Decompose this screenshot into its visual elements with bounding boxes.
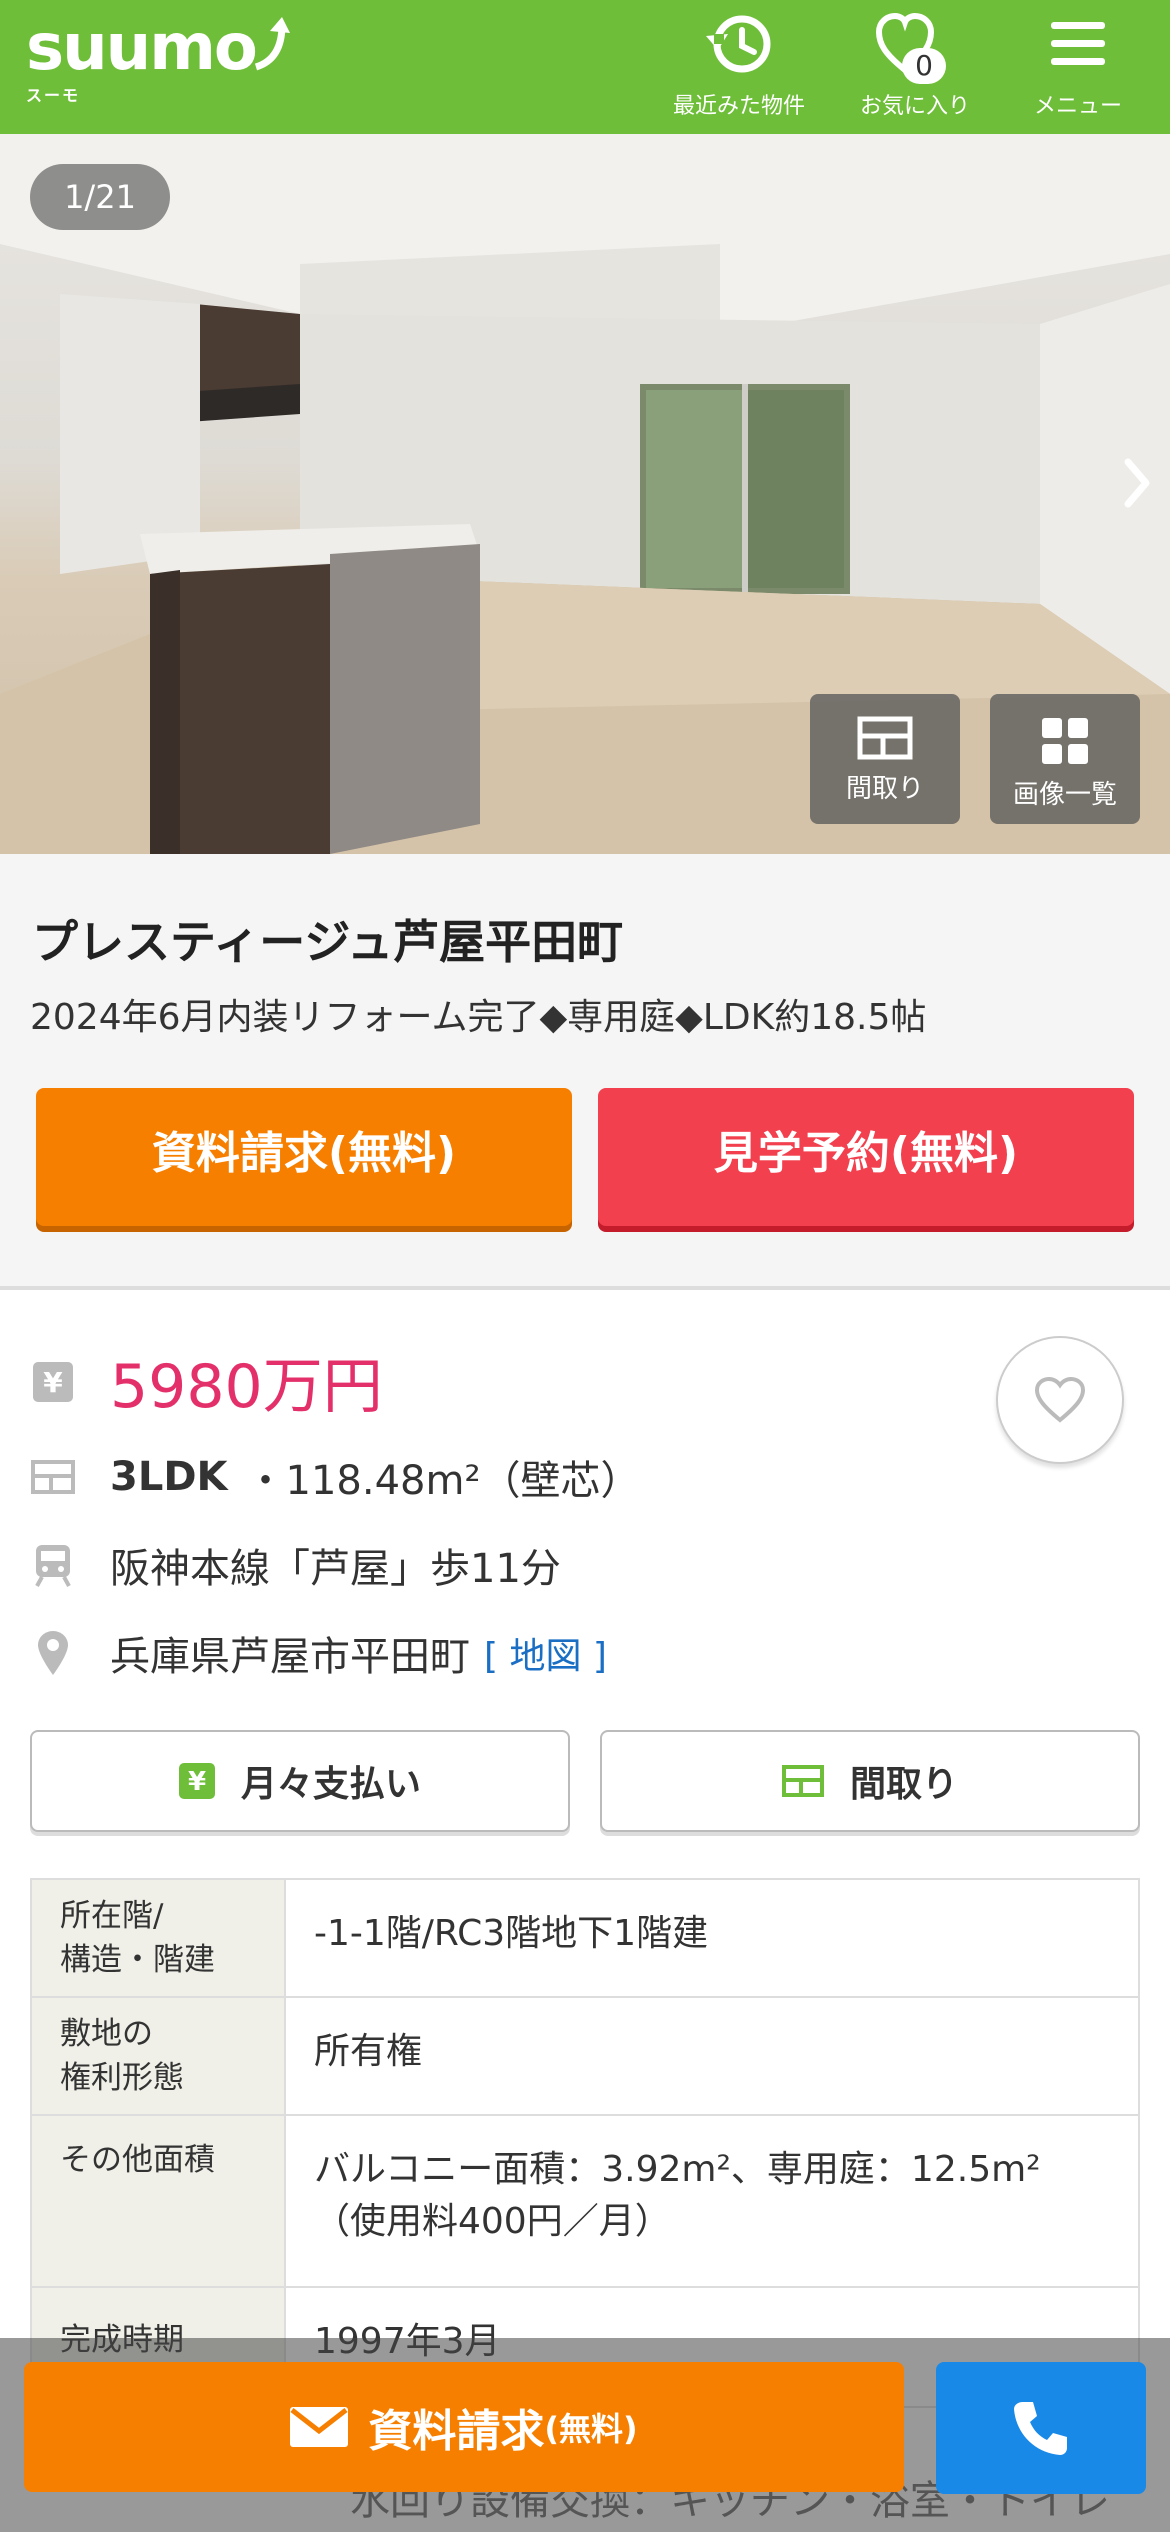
monthly-payment-label: 月々支払い xyxy=(240,1764,421,1805)
yen-icon: ¥ xyxy=(30,1359,76,1405)
phone-icon xyxy=(1014,2402,1067,2455)
monthly-payment-button[interactable]: ¥ 月々支払い xyxy=(30,1730,570,1832)
catch-copy: 2024年6月内装リフォーム完了◆専用庭◆LDK約18.5帖 xyxy=(30,997,927,1038)
train-icon xyxy=(30,1542,76,1588)
image-list-button[interactable]: 画像一覧 xyxy=(990,694,1140,824)
layout-type: 3LDK xyxy=(110,1454,228,1500)
visit-reservation-button[interactable]: 見学予約(無料) xyxy=(598,1088,1134,1226)
map-link[interactable]: [ 地図 ] xyxy=(484,1627,607,1679)
svg-text:¥: ¥ xyxy=(188,1767,206,1797)
bottom-request-sub: (無料) xyxy=(544,2410,638,2448)
favorites-count-badge: 0 xyxy=(902,48,946,84)
access-row: 阪神本線「芦屋」歩11分 xyxy=(30,1536,561,1594)
logo-arrow-icon xyxy=(254,17,290,71)
heart-outline-icon xyxy=(1034,1376,1086,1423)
station-access: 阪神本線「芦屋」歩11分 xyxy=(110,1546,561,1592)
table-row: 敷地の 権利形態 所有権 xyxy=(30,1996,1140,2116)
floorplan-icon xyxy=(857,716,913,760)
bottom-request-label: 資料請求 xyxy=(368,2406,545,2457)
property-name: プレスティージュ芦屋平田町 xyxy=(32,915,624,969)
spec-table: 所在階/構造・階建 -1-1階/RC3階地下1階建 敷地の 権利形態 所有権 その… xyxy=(30,1878,1140,2408)
title-section: プレスティージュ芦屋平田町 2024年6月内装リフォーム完了◆専用庭◆LDK約1… xyxy=(0,854,1170,1288)
spec-label: 敷地の 権利形態 xyxy=(30,1996,286,2116)
floor-area: ・118.48m²（壁芯） xyxy=(245,1458,641,1504)
menu-button[interactable]: メニュー xyxy=(1026,12,1130,120)
add-favorite-button[interactable] xyxy=(996,1336,1124,1464)
spec-label: その他面積 xyxy=(30,2114,286,2288)
table-row: 所在階/構造・階建 -1-1階/RC3階地下1階建 xyxy=(30,1878,1140,1998)
yen-green-icon: ¥ xyxy=(178,1763,215,1799)
photo-counter: 1/21 xyxy=(30,164,170,230)
floorplan-button-label: 間取り xyxy=(849,1764,958,1805)
grid-icon xyxy=(1042,718,1088,764)
hamburger-icon xyxy=(1051,22,1105,65)
table-row: その他面積 バルコニー面積：3.92m²、専用庭：12.5m² （使用料400円／… xyxy=(30,2114,1140,2288)
floorplan-small-icon xyxy=(30,1454,76,1500)
history-icon xyxy=(706,15,771,73)
layout-row: 3LDK ・118.48m²（壁芯） xyxy=(30,1448,641,1506)
menu-label: メニュー xyxy=(1033,94,1122,119)
favorites-button[interactable]: 0 お気に入り xyxy=(852,12,978,120)
spec-label: 所在階/構造・階建 xyxy=(30,1878,286,1998)
recent-button[interactable]: 最近みた物件 xyxy=(664,12,814,120)
next-photo-button[interactable] xyxy=(1122,456,1152,514)
property-photo[interactable]: 1/21 間取り 画像一覧 xyxy=(0,134,1170,854)
spec-value: -1-1階/RC3階地下1階建 xyxy=(284,1878,1140,1998)
image-list-label: 画像一覧 xyxy=(1012,780,1117,810)
photo-floorplan-label: 間取り xyxy=(845,774,924,804)
svg-text:¥: ¥ xyxy=(43,1366,63,1399)
price: 5980万円 xyxy=(110,1352,383,1422)
address-row: 兵庫県芦屋市平田町 [ 地図 ] xyxy=(30,1624,607,1682)
mail-icon xyxy=(290,2407,349,2447)
divider xyxy=(0,1286,1170,1290)
logo-sub: スーモ xyxy=(26,86,81,105)
bottom-request-button[interactable]: 資料請求 (無料) xyxy=(24,2362,904,2492)
address: 兵庫県芦屋市平田町 xyxy=(110,1634,470,1680)
suumo-logo[interactable]: suumo スーモ xyxy=(26,14,292,106)
chevron-right-icon xyxy=(1124,458,1150,508)
location-pin-icon xyxy=(30,1630,76,1676)
floorplan-green-icon xyxy=(781,1765,824,1797)
price-row: ¥ 5980万円 xyxy=(30,1338,383,1425)
spec-value: バルコニー面積：3.92m²、専用庭：12.5m² （使用料400円／月） xyxy=(284,2114,1140,2288)
floorplan-button[interactable]: 間取り xyxy=(600,1730,1140,1832)
phone-button[interactable] xyxy=(936,2362,1146,2494)
photo-floorplan-button[interactable]: 間取り xyxy=(810,694,960,824)
favorites-label: お気に入り xyxy=(859,94,970,119)
spec-value: 所有権 xyxy=(284,1996,1140,2116)
app-header: suumo スーモ 最近みた物件 0 お気に入り メニュー xyxy=(0,0,1170,134)
recent-label: 最近みた物件 xyxy=(672,94,805,119)
request-docs-button[interactable]: 資料請求(無料) xyxy=(36,1088,572,1226)
